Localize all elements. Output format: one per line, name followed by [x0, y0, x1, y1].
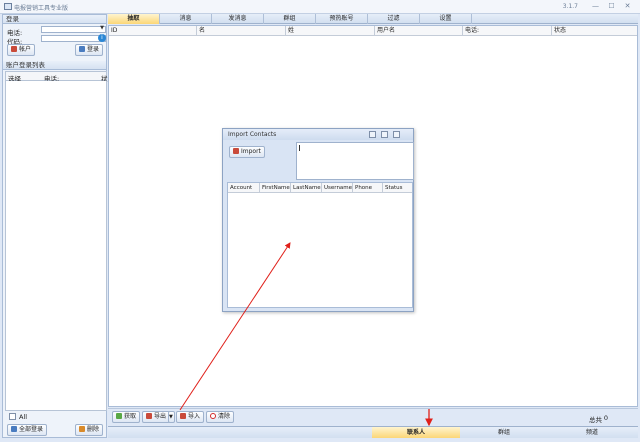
bottom-toolbar: 获取 导出 ▼ 导入 清除 总共 0: [108, 408, 638, 425]
login-all-button[interactable]: 全部登录: [7, 424, 48, 436]
tab-extract[interactable]: 抽取: [108, 14, 160, 24]
app-icon: [4, 3, 12, 10]
no-entry-icon: [210, 413, 216, 419]
tab-send-message[interactable]: 发消息: [212, 14, 264, 24]
info-icon[interactable]: i: [98, 34, 106, 42]
export-label: 导出: [154, 413, 167, 420]
login-all-label: 全部登录: [19, 426, 44, 433]
accounts-section-header: 账户登录列表: [3, 61, 106, 70]
maximize-icon[interactable]: ☐: [607, 2, 616, 11]
clear-button[interactable]: 清除: [206, 411, 235, 423]
import-button[interactable]: 导入: [176, 411, 205, 423]
window-title: 电报营销工具专业版: [14, 5, 69, 12]
main-tabs: 抽取 消息 发消息 群组 预热账号 过滤 设置: [108, 14, 638, 24]
fetch-button[interactable]: 获取: [112, 411, 141, 423]
export-button[interactable]: 导出: [142, 411, 171, 423]
text-caret: [299, 145, 300, 151]
tab-contacts[interactable]: 联系人: [372, 427, 460, 438]
phone-select[interactable]: ▼: [41, 25, 106, 33]
refresh-icon: [116, 413, 122, 419]
col-username[interactable]: Username: [322, 183, 353, 193]
delete-button[interactable]: 删除: [75, 424, 104, 436]
version-label: 3.1.7: [562, 3, 578, 10]
dialog-close-icon[interactable]: [393, 131, 400, 138]
contacts-textarea[interactable]: [296, 142, 414, 180]
col-status[interactable]: Status: [383, 183, 412, 193]
import-label: 导入: [188, 413, 201, 420]
chevron-down-icon[interactable]: ▼: [100, 25, 104, 31]
import-grid[interactable]: Account FirstName LastName Username Phon…: [227, 182, 413, 308]
col-last-name[interactable]: 姓: [286, 26, 375, 36]
minimize-icon[interactable]: —: [591, 2, 600, 11]
login-section-header: 登录: [3, 15, 106, 24]
col-phone[interactable]: Phone: [353, 183, 383, 193]
login-button-label: 登录: [87, 46, 100, 53]
left-panel: 登录 电话: ▼ 代码: i 帐户 登录 账户登录列表 选择 电话: 状 All…: [2, 14, 108, 438]
select-all-label: All: [19, 413, 28, 421]
account-button-label: 帐户: [19, 46, 32, 53]
chevron-down-icon: ▼: [169, 414, 173, 420]
bottom-tabs: 联系人 群组 频道: [108, 426, 638, 438]
tab-settings[interactable]: 设置: [420, 14, 472, 24]
users-icon: [79, 46, 85, 52]
delete-label: 删除: [87, 426, 100, 433]
col-status[interactable]: 状态: [552, 26, 637, 36]
import-icon: [180, 413, 186, 419]
col-account[interactable]: Account: [228, 183, 260, 193]
dialog-button-area: Import: [224, 142, 295, 182]
tab-groups[interactable]: 群组: [264, 14, 316, 24]
close-icon[interactable]: ✕: [623, 2, 632, 11]
dialog-maximize-icon[interactable]: [381, 131, 388, 138]
total-label: 总共: [589, 416, 602, 424]
total-count: 0: [603, 414, 608, 422]
tab-groups-bottom[interactable]: 群组: [460, 427, 548, 438]
dialog-import-label: Import: [241, 148, 261, 155]
export-dropdown[interactable]: ▼: [168, 411, 175, 423]
title-bar: 电报营销工具专业版 3.1.7 — ☐ ✕: [0, 0, 640, 14]
col-firstname[interactable]: FirstName: [260, 183, 291, 193]
accounts-list-header: 选择 电话: 状: [5, 71, 108, 83]
tab-channels[interactable]: 频道: [548, 427, 636, 438]
grid-header: ID 名 姓 用户名 电话: 状态: [109, 26, 637, 36]
login-button[interactable]: 登录: [75, 44, 104, 56]
col-first-name[interactable]: 名: [197, 26, 286, 36]
dialog-import-button[interactable]: Import: [229, 146, 265, 158]
export-icon: [146, 413, 152, 419]
trash-icon: [79, 426, 85, 432]
col-username[interactable]: 用户名: [375, 26, 463, 36]
col-lastname[interactable]: LastName: [291, 183, 322, 193]
accounts-list[interactable]: [5, 81, 107, 411]
import-contacts-dialog: Import Contacts Import Account FirstName…: [222, 128, 414, 312]
import-icon: [233, 148, 239, 154]
user-icon: [11, 46, 17, 52]
fetch-label: 获取: [124, 413, 137, 420]
users-icon: [11, 426, 17, 432]
proxy-input[interactable]: [41, 35, 106, 42]
clear-label: 清除: [218, 413, 231, 420]
dialog-minimize-icon[interactable]: [369, 131, 376, 138]
tab-filter[interactable]: 过滤: [368, 14, 420, 24]
tab-messages[interactable]: 消息: [160, 14, 212, 24]
account-button[interactable]: 帐户: [7, 44, 36, 56]
import-grid-header: Account FirstName LastName Username Phon…: [228, 183, 412, 193]
tab-warmup-accounts[interactable]: 预热账号: [316, 14, 368, 24]
col-phone[interactable]: 电话:: [463, 26, 552, 36]
select-all-checkbox[interactable]: [9, 413, 16, 420]
col-id[interactable]: ID: [109, 26, 197, 36]
